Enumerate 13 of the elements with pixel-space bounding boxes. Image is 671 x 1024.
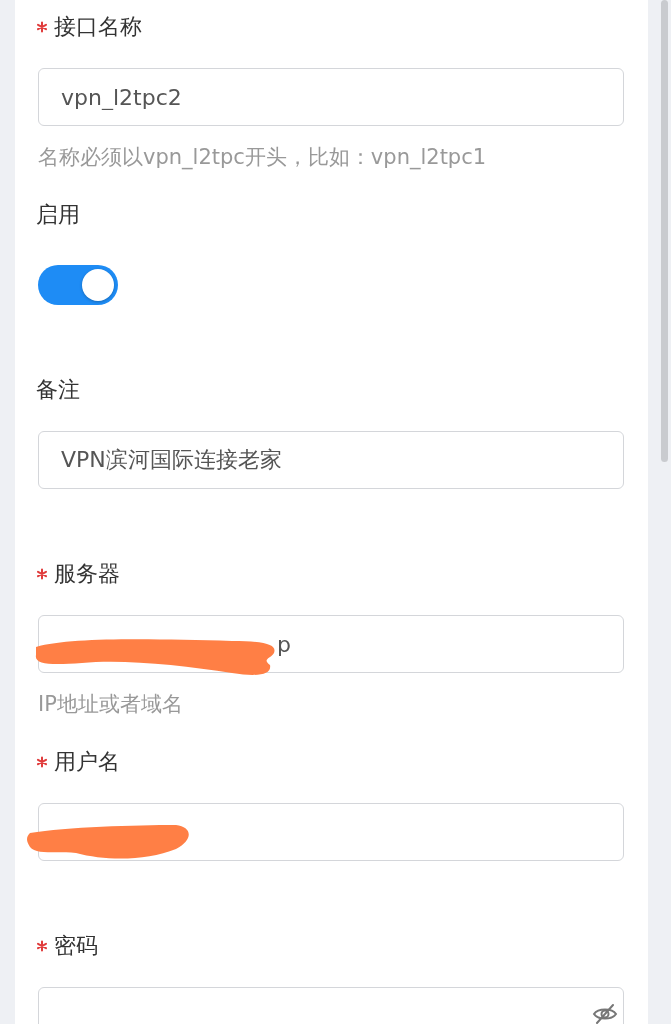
- input-field[interactable]: vpn_l2tpc2: [38, 68, 624, 126]
- eye-slash-icon[interactable]: [592, 1001, 618, 1024]
- field-label: 用户名: [54, 748, 120, 776]
- field-label: 密码: [54, 932, 98, 960]
- input-field[interactable]: VPN滨河国际连接老家: [38, 431, 624, 489]
- scrollbar-thumb[interactable]: [661, 0, 668, 462]
- field-label: 服务器: [54, 560, 120, 588]
- field-label: 备注: [36, 376, 80, 404]
- field-label: 启用: [36, 201, 80, 229]
- field-hint: IP地址或者域名: [38, 691, 184, 718]
- field-hint: 名称必须以vpn_l2tpc开头，比如：vpn_l2tpc1: [38, 144, 488, 172]
- toggle-switch[interactable]: [38, 265, 118, 305]
- field-label: 接口名称: [54, 13, 142, 41]
